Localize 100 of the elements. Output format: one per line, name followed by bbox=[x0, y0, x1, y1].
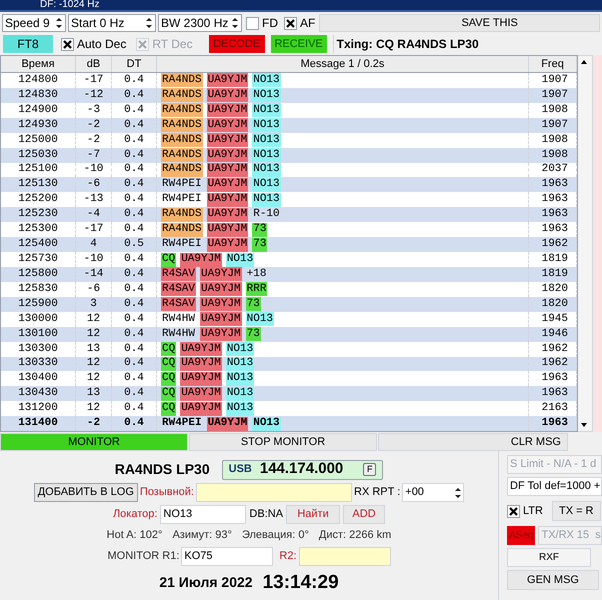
message-token: RA4NDS bbox=[161, 208, 203, 222]
message-row[interactable]: 130300 13 0.4 CQ UA9YJM NO13 1962 bbox=[1, 342, 577, 357]
table-cell: 124930 bbox=[18, 120, 58, 131]
message-row[interactable]: 125900 3 0.4 R4SAV UA9YJM 73 1820 bbox=[1, 296, 577, 312]
message-token: 73 bbox=[252, 238, 268, 252]
table-cell: 1908 bbox=[542, 104, 568, 116]
table-cell: 125300 bbox=[18, 224, 58, 236]
message-token: NO13 bbox=[252, 103, 281, 118]
message-token: UA9YJM bbox=[200, 327, 242, 342]
scrollbar[interactable] bbox=[578, 55, 592, 432]
spinner-arrows-icon[interactable] bbox=[144, 16, 154, 30]
message-row[interactable]: 125130 -6 0.4 RW4PEI UA9YJM NO13 1963 bbox=[1, 177, 577, 192]
add-to-log-button[interactable]: ДОБАВИТЬ В LOG bbox=[34, 483, 138, 502]
r2-field[interactable] bbox=[298, 546, 391, 566]
table-cell: 0.4 bbox=[124, 150, 144, 161]
add-button[interactable]: ADD bbox=[343, 505, 386, 524]
table-cell: -3 bbox=[86, 104, 100, 116]
monitor-field[interactable]: KO75 bbox=[181, 546, 274, 566]
monitor-button[interactable]: STOP MONITOR bbox=[189, 433, 377, 451]
table-cell: 130300 bbox=[18, 344, 58, 355]
table-cell: 125000 bbox=[18, 134, 58, 146]
table-cell: 125030 bbox=[18, 150, 58, 161]
table-cell: 1963 bbox=[542, 418, 568, 430]
save-button[interactable]: SAVE THIS bbox=[319, 14, 600, 32]
table-cell: 125730 bbox=[18, 254, 58, 266]
message-row[interactable]: 125200 -13 0.4 RW4PEI UA9YJM NO13 1963 bbox=[1, 192, 577, 208]
column-header[interactable]: dB bbox=[76, 56, 112, 72]
column-header[interactable]: Время bbox=[1, 56, 76, 72]
message-row[interactable]: 131400 -2 0.4 RW4PEI UA9YJM NO13 1963 bbox=[1, 416, 577, 432]
f-button[interactable]: F bbox=[363, 463, 376, 476]
receive-button[interactable]: RECEIVE bbox=[270, 35, 327, 53]
message-token: UA9YJM bbox=[206, 222, 248, 237]
checkbox-label: AF bbox=[300, 15, 316, 32]
find-button[interactable]: Найти bbox=[286, 505, 340, 524]
locator-field[interactable]: NO13 bbox=[160, 505, 246, 524]
table-cell: 13 bbox=[86, 344, 100, 355]
monitor-button[interactable]: MONITOR bbox=[0, 433, 188, 451]
callsign-field[interactable] bbox=[196, 483, 352, 502]
message-token: NO13 bbox=[226, 252, 254, 267]
column-header[interactable]: Freq bbox=[529, 56, 577, 72]
message-row[interactable]: 125400 4 0.5 RW4PEI UA9YJM 73 1962 bbox=[1, 237, 577, 252]
table-cell: 2163 bbox=[542, 403, 568, 414]
ltr-label: LTR bbox=[523, 504, 543, 519]
column-header[interactable]: DT bbox=[112, 56, 157, 72]
message-row[interactable]: 125000 -2 0.4 RA4NDS UA9YJM NO13 1908 bbox=[1, 132, 577, 148]
mode-button[interactable]: FT8 bbox=[3, 35, 53, 53]
table-cell: 1820 bbox=[542, 284, 568, 295]
checkbox[interactable] bbox=[284, 16, 297, 30]
rxf-button[interactable]: RXF bbox=[507, 548, 591, 567]
info-text: Элевация: 0° bbox=[242, 528, 309, 543]
message-token: R4SAV bbox=[161, 267, 196, 282]
tx-r-button[interactable]: TX = R bbox=[552, 501, 601, 521]
message-row[interactable]: 130430 13 0.4 CQ UA9YJM NO13 1963 bbox=[1, 386, 577, 402]
locator-label: Локатор: bbox=[112, 507, 158, 522]
table-cell: 0.4 bbox=[124, 134, 144, 146]
message-token: RW4HW bbox=[161, 312, 196, 326]
spinner-field[interactable]: Speed 9 bbox=[2, 14, 66, 32]
spinner-arrows-icon[interactable] bbox=[453, 486, 464, 500]
rx-rpt-field[interactable]: +00 bbox=[402, 483, 464, 502]
table-cell: 1962 bbox=[542, 344, 568, 355]
message-row[interactable]: 125100 -10 0.4 RA4NDS UA9YJM NO13 2037 bbox=[1, 162, 577, 178]
message-row[interactable]: 125230 -4 0.4 RA4NDS UA9YJM R-10 1963 bbox=[1, 207, 577, 222]
date-text: 21 Июля 2022 bbox=[159, 573, 253, 592]
checkbox[interactable] bbox=[507, 504, 520, 518]
spinner-arrows-icon[interactable] bbox=[230, 16, 240, 30]
message-token: UA9YJM bbox=[200, 267, 242, 282]
table-cell: 0.4 bbox=[124, 90, 144, 101]
table-cell: 1907 bbox=[542, 74, 568, 86]
message-token: NO13 bbox=[252, 178, 281, 192]
checkbox[interactable] bbox=[246, 16, 259, 30]
message-row[interactable]: 125800 -14 0.4 R4SAV UA9YJM +18 1819 bbox=[1, 266, 577, 282]
message-token: CQ bbox=[161, 402, 176, 416]
message-row[interactable]: 130330 12 0.4 CQ UA9YJM NO13 1962 bbox=[1, 356, 577, 372]
message-token: NO13 bbox=[252, 162, 281, 177]
table-cell: -14 bbox=[84, 268, 104, 280]
gen-msg-button[interactable]: GEN MSG bbox=[507, 570, 599, 590]
checkbox[interactable] bbox=[61, 38, 74, 50]
message-token: R4SAV bbox=[161, 297, 196, 312]
message-row[interactable]: 130400 12 0.4 CQ UA9YJM NO13 1963 bbox=[1, 371, 577, 386]
message-token: RRR bbox=[246, 282, 268, 296]
message-token: NO13 bbox=[226, 372, 254, 386]
table-cell: 0.4 bbox=[124, 298, 144, 310]
table-cell: -17 bbox=[84, 224, 104, 236]
df-tol-field[interactable]: DF Tol def=1000 + bbox=[507, 477, 602, 496]
message-row[interactable]: 124830 -12 0.4 RA4NDS UA9YJM NO13 1907 bbox=[1, 88, 577, 103]
message-token: UA9YJM bbox=[206, 238, 248, 252]
table-cell: 1819 bbox=[542, 254, 568, 266]
column-header[interactable]: Message 1 / 0.2s bbox=[157, 56, 529, 72]
spinner-field[interactable]: Start 0 Hz bbox=[68, 14, 156, 32]
spinner-arrows-icon[interactable] bbox=[54, 16, 64, 30]
spinner-field[interactable]: BW 2300 Hz bbox=[158, 14, 242, 32]
message-token: UA9YJM bbox=[206, 178, 248, 192]
message-row[interactable]: 125030 -7 0.4 RA4NDS UA9YJM NO13 1908 bbox=[1, 148, 577, 163]
monitor-button[interactable]: CLR MSG bbox=[378, 433, 568, 451]
table-cell: 0.4 bbox=[124, 254, 144, 266]
table-cell: 12 bbox=[86, 373, 100, 384]
message-row[interactable]: 124930 -2 0.4 RA4NDS UA9YJM NO13 1907 bbox=[1, 118, 577, 133]
message-row[interactable]: 130100 12 0.4 RW4HW UA9YJM 73 1946 bbox=[1, 326, 577, 342]
message-token: RW4HW bbox=[161, 327, 196, 342]
message-token: UA9YJM bbox=[180, 356, 222, 371]
